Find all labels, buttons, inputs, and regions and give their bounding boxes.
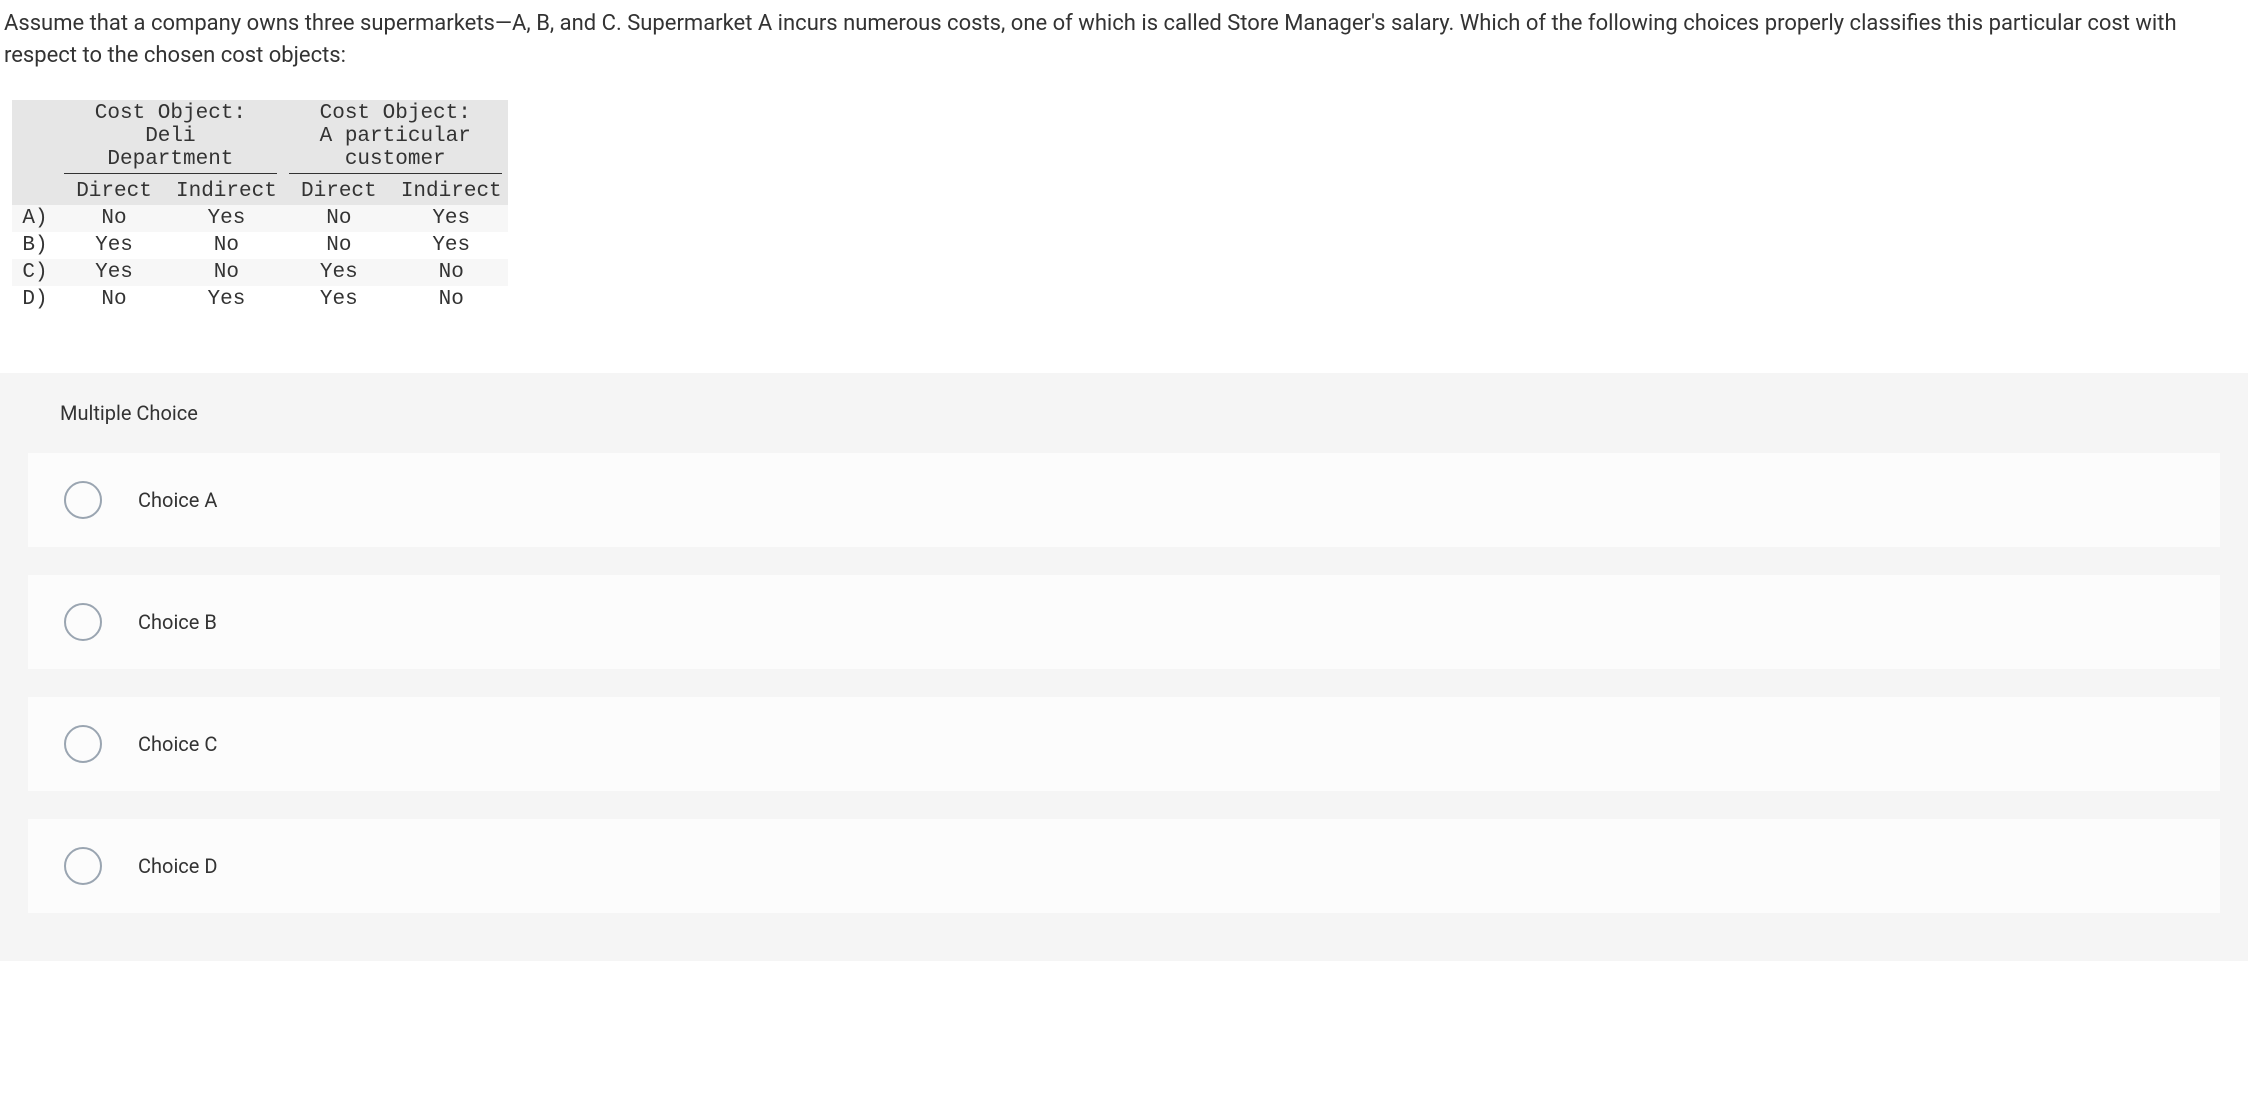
table-row: C) Yes No Yes No xyxy=(12,259,508,286)
group-header-deli: Cost Object: Deli Department xyxy=(58,100,283,178)
table-cell: Yes xyxy=(395,232,508,259)
question-text: Assume that a company owns three superma… xyxy=(0,8,2248,100)
table-cell: Yes xyxy=(395,205,508,232)
subheader-direct-1: Direct xyxy=(58,178,170,205)
data-table-wrapper: Cost Object: Deli Department Cost Object… xyxy=(0,100,2248,313)
choice-label: Choice A xyxy=(138,488,217,512)
subheader-indirect-2: Indirect xyxy=(395,178,508,205)
table-cell: No xyxy=(283,232,395,259)
table-row: B) Yes No No Yes xyxy=(12,232,508,259)
classification-table: Cost Object: Deli Department Cost Object… xyxy=(12,100,508,313)
subheader-indirect-1: Indirect xyxy=(170,178,283,205)
table-row: D) No Yes Yes No xyxy=(12,286,508,313)
subheader-blank xyxy=(12,178,58,205)
table-corner xyxy=(12,100,58,178)
radio-icon xyxy=(64,725,102,763)
group-header-customer: Cost Object: A particular customer xyxy=(283,100,508,178)
table-cell: No xyxy=(283,205,395,232)
table-cell: Yes xyxy=(170,286,283,313)
choice-d[interactable]: Choice D xyxy=(28,819,2220,913)
radio-icon xyxy=(64,481,102,519)
table-cell: No xyxy=(395,259,508,286)
choice-label: Choice B xyxy=(138,610,217,634)
mc-header: Multiple Choice xyxy=(0,373,2248,453)
radio-icon xyxy=(64,847,102,885)
row-label: D) xyxy=(12,286,58,313)
choice-b[interactable]: Choice B xyxy=(28,575,2220,669)
subheader-direct-2: Direct xyxy=(283,178,395,205)
table-cell: Yes xyxy=(170,205,283,232)
choice-label: Choice C xyxy=(138,732,217,756)
table-cell: No xyxy=(170,232,283,259)
table-row: A) No Yes No Yes xyxy=(12,205,508,232)
row-label: A) xyxy=(12,205,58,232)
table-cell: Yes xyxy=(58,259,170,286)
choice-a[interactable]: Choice A xyxy=(28,453,2220,547)
row-label: B) xyxy=(12,232,58,259)
multiple-choice-container: Multiple Choice Choice A Choice B Choice… xyxy=(0,373,2248,961)
row-label: C) xyxy=(12,259,58,286)
choice-c[interactable]: Choice C xyxy=(28,697,2220,791)
radio-icon xyxy=(64,603,102,641)
table-cell: No xyxy=(58,205,170,232)
table-cell: No xyxy=(58,286,170,313)
table-cell: No xyxy=(170,259,283,286)
table-cell: Yes xyxy=(283,286,395,313)
table-cell: No xyxy=(395,286,508,313)
choice-label: Choice D xyxy=(138,854,217,878)
table-cell: Yes xyxy=(58,232,170,259)
table-cell: Yes xyxy=(283,259,395,286)
